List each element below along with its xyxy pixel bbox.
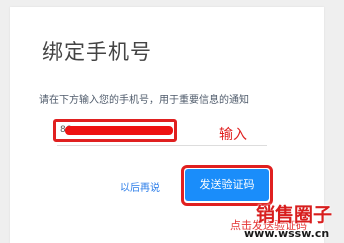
dialog-title: 绑定手机号 — [42, 40, 152, 64]
screen: 绑定手机号 请在下方输入您的手机号，用于重要信息的通知 86 输入 以后再说 发… — [0, 0, 344, 243]
watermark-logo: 销售圈子 — [256, 204, 333, 226]
input-underline — [57, 145, 267, 146]
annotation-input-note: 输入 — [219, 127, 247, 143]
watermark-url: www.wssw.cn — [244, 227, 330, 240]
phone-input[interactable]: 86 — [53, 119, 177, 142]
redaction-scribble — [65, 126, 173, 135]
later-link[interactable]: 以后再说 — [120, 179, 160, 194]
send-code-button[interactable]: 发送验证码 — [185, 169, 269, 201]
dialog-hint-text: 请在下方输入您的手机号，用于重要信息的通知 — [39, 95, 249, 106]
